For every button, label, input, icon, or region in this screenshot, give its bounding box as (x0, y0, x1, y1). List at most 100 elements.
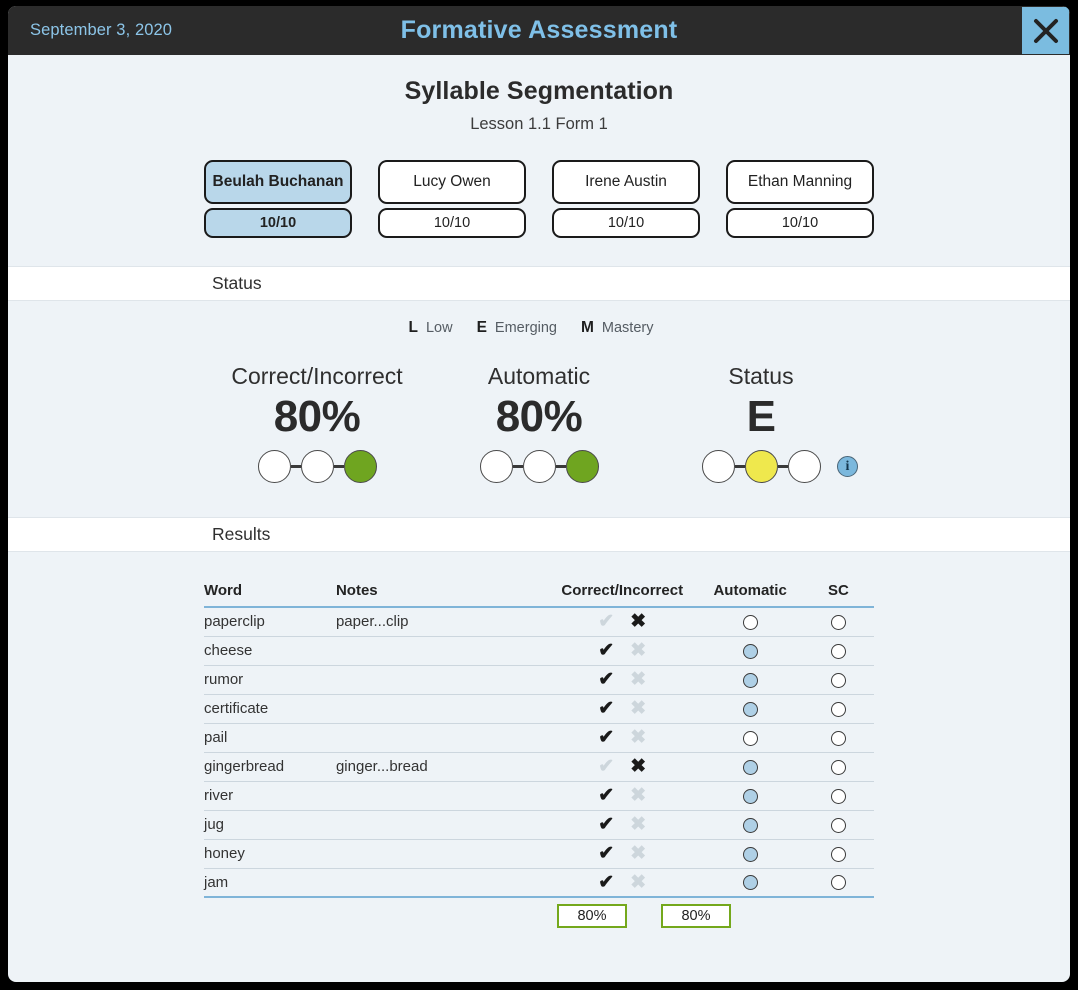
sc-toggle-icon[interactable] (830, 788, 846, 804)
cell-sc[interactable] (802, 694, 874, 724)
cell-notes: paper...clip (335, 607, 548, 637)
cross-icon[interactable]: ✖ (630, 612, 646, 631)
cell-automatic[interactable] (697, 723, 803, 753)
table-row[interactable]: paperclip paper...clip ✔ ✖ (204, 607, 874, 637)
check-icon[interactable]: ✔ (598, 786, 614, 805)
sc-toggle-icon[interactable] (830, 875, 846, 891)
automatic-toggle-icon[interactable] (742, 817, 758, 833)
student-tab-list: Beulah Buchanan 10/10 Lucy Owen 10/10 Ir… (8, 160, 1070, 266)
table-row[interactable]: rumor ✔ ✖ (204, 665, 874, 695)
automatic-toggle-icon[interactable] (742, 701, 758, 717)
level-connector (555, 465, 566, 468)
metric-correct-incorrect: Correct/Incorrect 80% (206, 363, 428, 483)
close-icon (1031, 16, 1061, 46)
check-icon[interactable]: ✔ (598, 699, 614, 718)
column-header-word: Word (204, 582, 336, 608)
cell-sc[interactable] (802, 665, 874, 695)
cell-sc[interactable] (802, 810, 874, 840)
automatic-toggle-icon[interactable] (742, 614, 758, 630)
close-button[interactable] (1022, 7, 1069, 54)
cell-sc[interactable] (802, 868, 874, 898)
cell-automatic[interactable] (697, 752, 803, 782)
automatic-toggle-icon[interactable] (742, 846, 758, 862)
metric-value: 80% (273, 392, 361, 441)
sc-toggle-icon[interactable] (830, 614, 846, 630)
cell-correct-incorrect[interactable]: ✔ ✖ (547, 781, 698, 811)
cross-icon[interactable]: ✖ (630, 699, 646, 718)
cell-correct-incorrect[interactable]: ✔ ✖ (547, 723, 698, 753)
cross-icon[interactable]: ✖ (630, 786, 646, 805)
cell-automatic[interactable] (697, 694, 803, 724)
cell-correct-incorrect[interactable]: ✔ ✖ (547, 694, 698, 724)
automatic-toggle-icon[interactable] (742, 672, 758, 688)
student-tab-name: Irene Austin (552, 160, 700, 204)
automatic-toggle-icon[interactable] (742, 875, 758, 891)
check-icon[interactable]: ✔ (598, 641, 614, 660)
table-row[interactable]: cheese ✔ ✖ (204, 636, 874, 666)
sc-toggle-icon[interactable] (830, 817, 846, 833)
student-tab-lucy-owen[interactable]: Lucy Owen 10/10 (378, 160, 526, 238)
cell-automatic[interactable] (697, 868, 803, 898)
check-icon[interactable]: ✔ (598, 757, 614, 776)
cell-correct-incorrect[interactable]: ✔ ✖ (547, 752, 698, 782)
app-screen: September 3, 2020 Formative Assessment S… (8, 6, 1070, 982)
check-icon[interactable]: ✔ (598, 670, 614, 689)
cell-automatic[interactable] (697, 607, 803, 637)
sc-toggle-icon[interactable] (830, 701, 846, 717)
legend-key: M (580, 319, 594, 336)
cell-correct-incorrect[interactable]: ✔ ✖ (547, 868, 698, 898)
cell-correct-incorrect[interactable]: ✔ ✖ (547, 839, 698, 869)
check-icon[interactable]: ✔ (598, 873, 614, 892)
cross-icon[interactable]: ✖ (630, 844, 646, 863)
metric-value: E (746, 392, 776, 441)
table-row[interactable]: pail ✔ ✖ (204, 723, 874, 753)
cross-icon[interactable]: ✖ (630, 670, 646, 689)
cell-sc[interactable] (802, 636, 874, 666)
cell-correct-incorrect[interactable]: ✔ ✖ (547, 607, 698, 637)
cell-correct-incorrect[interactable]: ✔ ✖ (547, 636, 698, 666)
table-row[interactable]: honey ✔ ✖ (204, 839, 874, 869)
cell-correct-incorrect[interactable]: ✔ ✖ (547, 810, 698, 840)
sc-toggle-icon[interactable] (830, 730, 846, 746)
automatic-toggle-icon[interactable] (742, 643, 758, 659)
cell-sc[interactable] (802, 752, 874, 782)
info-icon[interactable]: i (837, 456, 858, 477)
check-icon[interactable]: ✔ (598, 728, 614, 747)
level-dot-emerging (300, 450, 334, 483)
automatic-toggle-icon[interactable] (742, 730, 758, 746)
sc-toggle-icon[interactable] (830, 643, 846, 659)
table-row[interactable]: certificate ✔ ✖ (204, 694, 874, 724)
table-row[interactable]: river ✔ ✖ (204, 781, 874, 811)
table-row[interactable]: jug ✔ ✖ (204, 810, 874, 840)
cross-icon[interactable]: ✖ (630, 728, 646, 747)
automatic-toggle-icon[interactable] (742, 759, 758, 775)
cell-sc[interactable] (802, 607, 874, 637)
cell-word: gingerbread (204, 752, 336, 782)
table-row[interactable]: jam ✔ ✖ (204, 868, 874, 898)
cell-automatic[interactable] (697, 810, 803, 840)
student-tab-irene-austin[interactable]: Irene Austin 10/10 (552, 160, 700, 238)
cell-automatic[interactable] (697, 781, 803, 811)
cell-automatic[interactable] (697, 839, 803, 869)
cross-icon[interactable]: ✖ (630, 641, 646, 660)
cell-sc[interactable] (802, 723, 874, 753)
cell-sc[interactable] (802, 839, 874, 869)
sc-toggle-icon[interactable] (830, 672, 846, 688)
sc-toggle-icon[interactable] (830, 759, 846, 775)
cross-icon[interactable]: ✖ (630, 873, 646, 892)
cell-automatic[interactable] (697, 636, 803, 666)
automatic-toggle-icon[interactable] (742, 788, 758, 804)
student-tab-ethan-manning[interactable]: Ethan Manning 10/10 (726, 160, 874, 238)
student-tab-beulah-buchanan[interactable]: Beulah Buchanan 10/10 (204, 160, 352, 238)
cell-correct-incorrect[interactable]: ✔ ✖ (547, 665, 698, 695)
table-row[interactable]: gingerbread ginger...bread ✔ ✖ (204, 752, 874, 782)
cross-icon[interactable]: ✖ (630, 815, 646, 834)
legend-item-emerging: E Emerging (477, 319, 557, 337)
cross-icon[interactable]: ✖ (630, 757, 646, 776)
check-icon[interactable]: ✔ (598, 815, 614, 834)
check-icon[interactable]: ✔ (598, 844, 614, 863)
check-icon[interactable]: ✔ (598, 612, 614, 631)
cell-automatic[interactable] (697, 665, 803, 695)
sc-toggle-icon[interactable] (830, 846, 846, 862)
cell-sc[interactable] (802, 781, 874, 811)
